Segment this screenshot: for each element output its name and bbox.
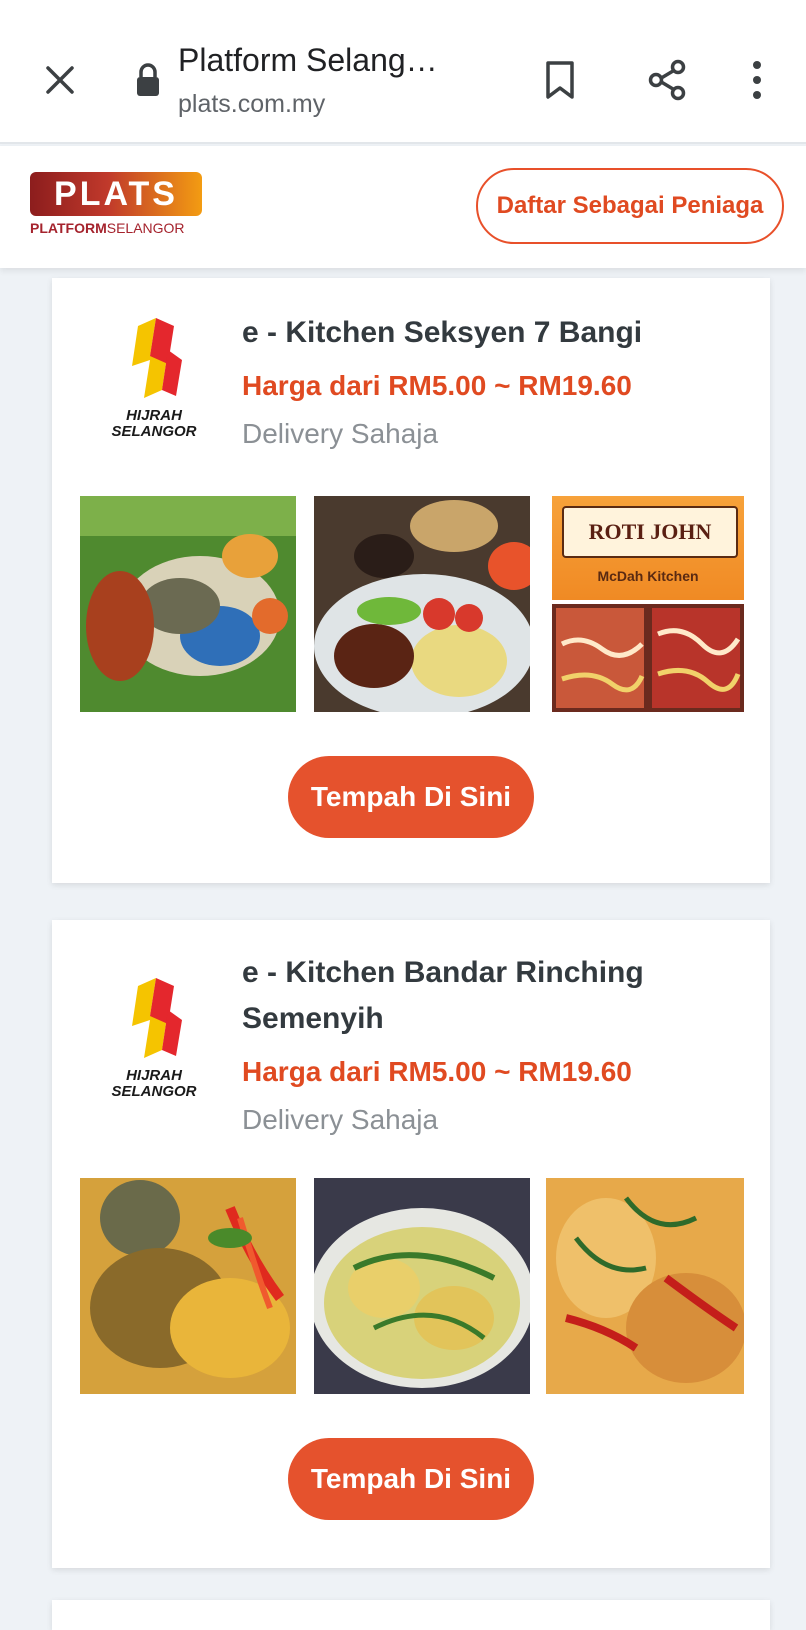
lock-icon [137,63,159,96]
page-title: Platform Selang… [178,42,438,78]
share-icon [648,59,686,101]
close-icon [46,66,74,94]
food-photo[interactable] [314,1178,530,1394]
hijrah-selangor-logo: HIJRAH SELANGOR [98,976,210,1106]
food-photo[interactable] [80,496,296,712]
site-header: PLATS PLATFORMSELANGOR Daftar Sebagai Pe… [0,146,806,268]
bookmark-icon [546,61,574,99]
browser-toolbar: Platform Selang… plats.com.my [0,0,806,144]
hijrah-selangor-logo: HIJRAH SELANGOR [98,316,210,446]
delivery-note: Delivery Sahaja [242,418,439,449]
price-range: Harga dari RM5.00 ~ RM19.60 [242,1056,632,1087]
delivery-note: Delivery Sahaja [242,1104,439,1135]
share-button[interactable] [644,56,692,104]
store-name[interactable]: e - Kitchen Bandar Rinching Semenyih [242,950,742,1042]
logo-subtitle: PLATFORMSELANGOR [30,220,185,236]
register-merchant-button[interactable]: Daftar Sebagai Peniaga [476,168,784,244]
food-photo[interactable] [546,1178,744,1394]
more-vertical-icon [753,61,761,99]
close-button[interactable] [38,58,82,102]
promo-subtitle: McDah Kitchen [597,568,699,584]
page-url: plats.com.my [178,90,326,118]
food-photo[interactable] [80,1178,296,1394]
promo-banner[interactable]: ROTI JOHN McDah Kitchen [552,496,744,712]
order-here-button[interactable]: Tempah Di Sini [288,756,534,838]
promo-title: ROTI JOHN [562,506,738,558]
store-card: HIJRAH SELANGOR e - Kitchen Seksyen 7 Ba… [52,278,770,883]
store-name[interactable]: e - Kitchen Seksyen 7 Bangi [242,310,742,356]
more-menu-button[interactable] [742,56,772,104]
store-card: HIJRAH SELANGOR e - Kitchen Bandar Rinch… [52,920,770,1568]
bookmark-button[interactable] [538,56,582,104]
store-card [52,1600,770,1630]
logo-wordmark: PLATS [30,172,202,216]
plats-logo[interactable]: PLATS PLATFORMSELANGOR [30,172,202,240]
price-range: Harga dari RM5.00 ~ RM19.60 [242,370,632,401]
hijrah-logo-icon [132,978,182,1058]
hijrah-logo-icon [132,318,182,398]
order-here-button[interactable]: Tempah Di Sini [288,1438,534,1520]
food-photo[interactable] [314,496,530,712]
